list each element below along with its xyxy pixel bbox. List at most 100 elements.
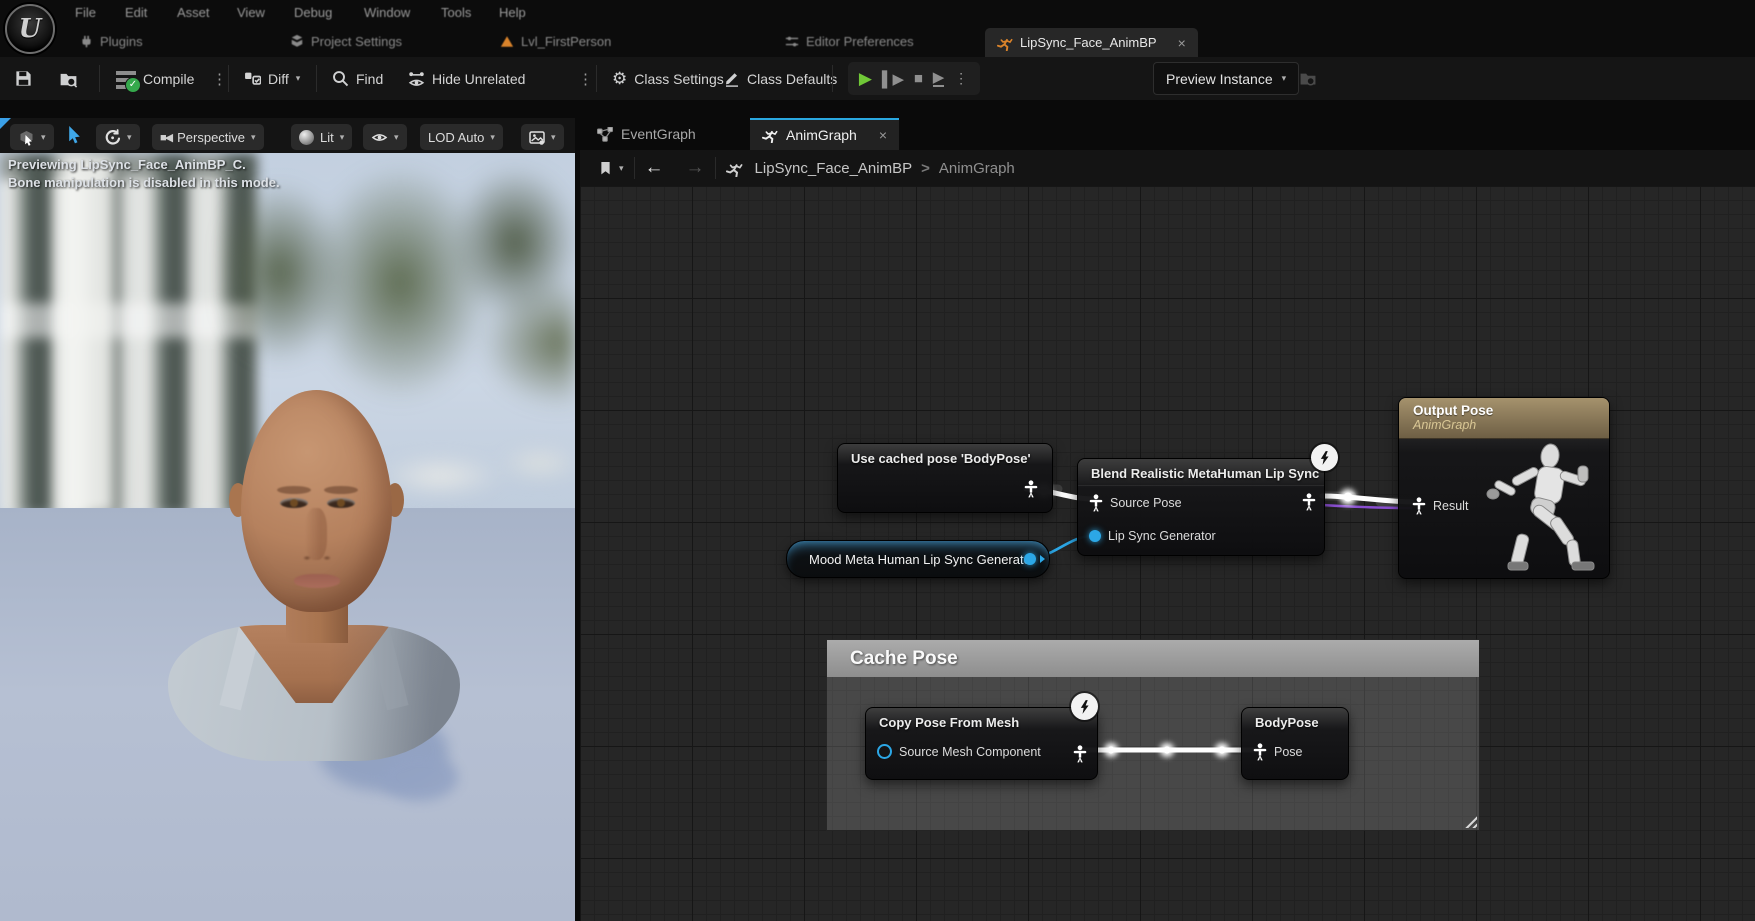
pose-input-pin[interactable] (1089, 494, 1103, 512)
folder-search-icon (58, 70, 79, 88)
preview-viewport[interactable]: ▾ ▾ ■◀ Perspective ▾ Lit ▾ ▾ (0, 118, 575, 921)
lod-dropdown[interactable]: LOD Auto ▾ (420, 124, 503, 150)
node-variable-mood-generator[interactable]: Mood Meta Human Lip Sync Generator (786, 540, 1050, 578)
node-blend-metahuman-lipsync[interactable]: Blend Realistic MetaHuman Lip Sync Sourc… (1077, 458, 1325, 556)
preview-instance-dropdown[interactable]: Preview Instance ▾ (1153, 62, 1299, 95)
separator (715, 157, 716, 179)
hide-unrelated-label: Hide Unrelated (432, 71, 525, 87)
menu-debug[interactable]: Debug (294, 5, 332, 20)
menu-window[interactable]: Window (364, 5, 410, 20)
viewport-focus-marker (0, 118, 11, 129)
select-tool-button[interactable] (66, 126, 83, 144)
browse-button[interactable] (58, 57, 79, 100)
tab-editor-preferences[interactable]: Editor Preferences (785, 25, 914, 57)
menu-help[interactable]: Help (499, 5, 526, 20)
breadcrumb-runner-icon (726, 160, 743, 177)
menu-file[interactable]: File (75, 5, 96, 20)
pin-label: Lip Sync Generator (1108, 529, 1216, 543)
gear-icon: ⚙ (612, 69, 627, 89)
step-forward-button[interactable]: ▌▶ (882, 70, 904, 88)
anim-node-function-icon[interactable] (1311, 444, 1338, 471)
tab-level[interactable]: Lvl_FirstPerson (500, 25, 611, 57)
search-icon (332, 70, 349, 87)
node-title: Output Pose (1413, 403, 1595, 418)
back-button[interactable]: ← (645, 157, 664, 179)
stop-button[interactable]: ■ (914, 70, 923, 87)
play-controls: ▶ ▌▶ ■ ▶ ⋮ (848, 62, 980, 95)
compile-button[interactable]: ✓ Compile (116, 57, 194, 100)
node-use-cached-pose[interactable]: Use cached pose 'BodyPose' (837, 443, 1053, 513)
toolbar-separator (596, 65, 597, 92)
lit-mode-dropdown[interactable]: Lit ▾ (291, 124, 352, 150)
comment-title: Cache Pose (850, 648, 958, 670)
show-flags-dropdown[interactable]: ▾ (363, 124, 407, 150)
hide-unrelated-button[interactable]: Hide Unrelated (408, 57, 525, 100)
tab-animgraph[interactable]: AnimGraph × (750, 118, 899, 150)
menu-edit[interactable]: Edit (125, 5, 147, 20)
comment-resize-handle[interactable] (1462, 813, 1477, 828)
find-button[interactable]: Find (332, 57, 383, 100)
graph-panel: EventGraph AnimGraph × ▾ ← → LipSync_Fac… (580, 100, 1755, 921)
tab-label: Plugins (100, 34, 143, 49)
class-settings-button[interactable]: ⚙ Class Settings (612, 57, 724, 100)
pose-input-pin[interactable] (1253, 743, 1267, 761)
diff-button[interactable]: Diff ▾ (244, 57, 300, 100)
screenshot-settings-button[interactable]: ▾ (521, 124, 564, 150)
tab-eventgraph[interactable]: EventGraph (585, 118, 708, 150)
anim-node-function-icon[interactable] (1071, 693, 1098, 720)
diff-label: Diff (268, 71, 289, 87)
viewport-scene[interactable]: Previewing LipSync_Face_AnimBP_C. Bone m… (0, 153, 575, 921)
folder-search-icon-disabled (1298, 70, 1318, 87)
menu-tools[interactable]: Tools (441, 5, 471, 20)
node-bodypose-cache[interactable]: BodyPose Pose (1241, 707, 1349, 780)
eyebrow (277, 486, 311, 494)
menu-view[interactable]: View (237, 5, 265, 20)
save-button[interactable] (14, 57, 33, 100)
object-input-pin[interactable] (877, 744, 892, 759)
pin-label: Source Pose (1110, 496, 1182, 510)
chevron-down-icon: ▾ (1282, 73, 1287, 84)
skip-to-end-button[interactable]: ▶ (933, 71, 945, 87)
transform-mode-button[interactable]: ▾ (10, 124, 54, 150)
chevron-down-icon: ▾ (340, 132, 345, 143)
chevron-down-icon: ▾ (394, 132, 399, 143)
node-title: BodyPose (1242, 708, 1348, 734)
object-input-pin[interactable] (1089, 530, 1101, 542)
forward-button[interactable]: → (686, 157, 705, 179)
comment-header[interactable]: Cache Pose (827, 640, 1479, 677)
pose-output-pin[interactable] (1073, 745, 1087, 763)
blueprint-toolbar: ✓ Compile ⋮ Diff ▾ Find Hide Unrelated ⋮… (0, 57, 1755, 101)
pose-output-pin[interactable] (1302, 493, 1316, 511)
viewport-toolbar: ▾ ▾ ■◀ Perspective ▾ Lit ▾ ▾ (0, 118, 575, 153)
node-output-pose[interactable]: Output Pose AnimGraph (1398, 397, 1610, 579)
compile-options-button[interactable]: ⋮ (212, 57, 228, 100)
animgraph-canvas[interactable]: Cache Pose (580, 186, 1755, 921)
close-icon[interactable]: × (879, 127, 887, 143)
object-output-pin[interactable] (1024, 553, 1036, 565)
menu-asset[interactable]: Asset (177, 5, 210, 20)
breadcrumb-root[interactable]: LipSync_Face_AnimBP (755, 160, 913, 177)
bookmarks-dropdown[interactable]: ▾ (598, 160, 624, 176)
hide-unrelated-options-button[interactable]: ⋮ (578, 57, 594, 100)
unreal-logo-icon[interactable]: U (5, 4, 55, 54)
browse-preview-button[interactable] (1298, 57, 1318, 100)
tab-project-settings[interactable]: Project Settings (290, 25, 402, 57)
tab-label: Project Settings (311, 34, 402, 49)
close-icon[interactable]: × (1178, 35, 1186, 51)
result-input-pin[interactable] (1412, 497, 1426, 515)
play-options-button[interactable]: ⋮ (954, 70, 969, 87)
character-torso (168, 625, 460, 761)
play-button[interactable]: ▶ (859, 69, 872, 89)
rotate-tool-button[interactable]: ▾ (96, 124, 140, 150)
preview-instance-label: Preview Instance (1166, 71, 1273, 87)
unreal-editor-window: U File Edit Asset View Debug Window Tool… (0, 0, 1755, 921)
graph-navigation-bar: ▾ ← → LipSync_Face_AnimBP > AnimGraph (580, 150, 1755, 187)
class-defaults-button[interactable]: Class Defaults (724, 57, 837, 100)
nose (305, 508, 327, 560)
tab-lipsync-face-animbp[interactable]: LipSync_Face_AnimBP × (985, 28, 1198, 57)
tab-plugins[interactable]: Plugins (80, 25, 143, 57)
node-copy-pose-from-mesh[interactable]: Copy Pose From Mesh Source Mesh Componen… (865, 707, 1098, 780)
perspective-dropdown[interactable]: ■◀ Perspective ▾ (152, 124, 264, 150)
iris (290, 499, 298, 507)
pose-output-pin[interactable] (1024, 480, 1038, 498)
